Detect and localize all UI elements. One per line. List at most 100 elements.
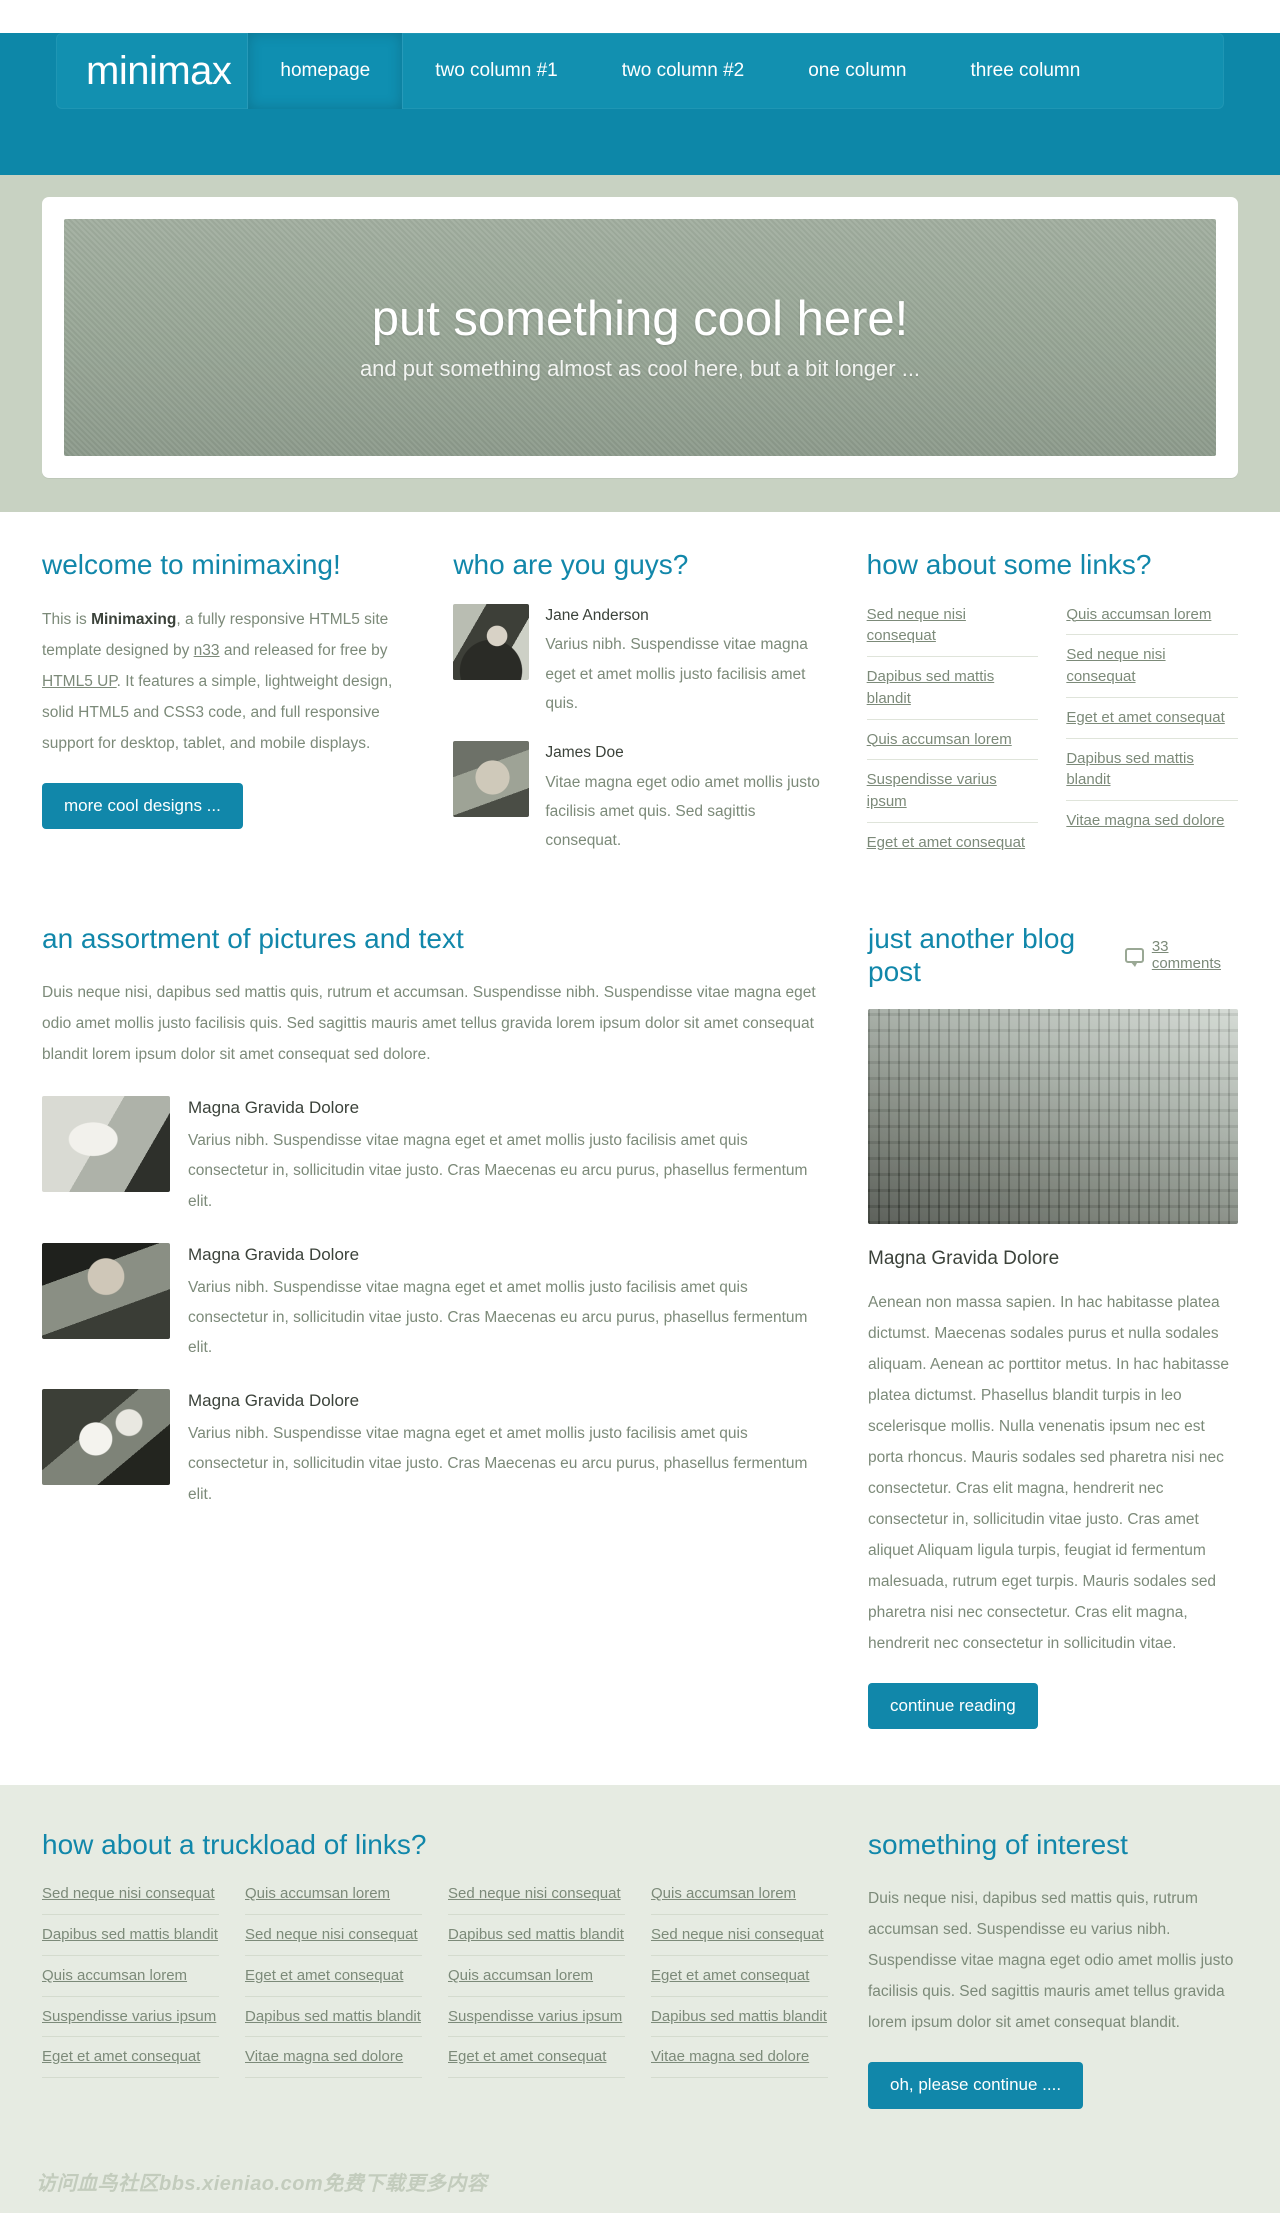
watermark-text: 访问血鸟社区bbs.xieniao.com免费下载更多内容 <box>36 2173 488 2196</box>
link[interactable]: Sed neque nisi consequat <box>1066 644 1238 688</box>
link[interactable]: Vitae magna sed dolore <box>245 2046 422 2068</box>
welcome-bold-1: Minimaxing <box>91 610 177 628</box>
link[interactable]: Eget et amet consequat <box>1066 707 1238 729</box>
list-item: Sed neque nisi consequat <box>42 1883 219 1916</box>
assortment-item-1-title: Magna Gravida Dolore <box>188 1098 360 1118</box>
list-item: Quis accumsan lorem <box>1066 604 1238 636</box>
footer-links-col-1: Sed neque nisi consequat Dapibus sed mat… <box>42 1883 219 2079</box>
nav-item-homepage[interactable]: homepage <box>247 33 404 109</box>
nav-item-one-column[interactable]: one column <box>776 33 938 109</box>
list-item: Sed neque nisi consequat <box>651 1915 828 1956</box>
links-column: how about some links? Sed neque nisi con… <box>866 548 1238 863</box>
list-item: Sed neque nisi consequat <box>245 1915 422 1956</box>
footer-links-section: how about a truckload of links? Sed nequ… <box>42 1829 828 2109</box>
footer-link-list-3: Sed neque nisi consequat Dapibus sed mat… <box>448 1883 625 2079</box>
site-header: minimax homepage two column #1 two colum… <box>0 33 1280 175</box>
list-item: Dapibus sed mattis blandit <box>651 1997 828 2038</box>
nav-item-three-column[interactable]: three column <box>938 33 1112 109</box>
list-item: Quis accumsan lorem <box>42 1956 219 1997</box>
list-item: Eget et amet consequat <box>867 823 1039 863</box>
profile-jane-desc: Varius nibh. Suspendisse vitae magna ege… <box>545 636 808 713</box>
nav-item-two-column-2[interactable]: two column #2 <box>590 33 777 109</box>
assortment-item-2-text: Magna Gravida Dolore Varius nibh. Suspen… <box>188 1243 828 1363</box>
link[interactable]: Quis accumsan lorem <box>651 1883 828 1905</box>
link[interactable]: Quis accumsan lorem <box>1066 604 1238 626</box>
link[interactable]: Sed neque nisi consequat <box>42 1883 219 1905</box>
footer-inner: how about a truckload of links? Sed nequ… <box>42 1829 1238 2109</box>
oh-please-continue-button[interactable]: oh, please continue .... <box>868 2062 1084 2109</box>
comments-count[interactable]: 33 comments <box>1152 938 1238 972</box>
profile-jane-name: Jane Anderson <box>545 606 649 624</box>
blog-post-body: Aenean non massa sapien. In hac habitass… <box>868 1293 1230 1652</box>
avatar-james-icon <box>453 740 530 817</box>
welcome-link-html5up[interactable]: HTML5 UP <box>42 673 117 690</box>
link[interactable]: Quis accumsan lorem <box>448 1965 625 1987</box>
blog-post-image <box>868 1009 1238 1224</box>
footer-links-heading: how about a truckload of links? <box>42 1829 427 1861</box>
assortment-item-1-text: Magna Gravida Dolore Varius nibh. Suspen… <box>188 1096 828 1216</box>
link[interactable]: Suspendisse varius ipsum <box>867 769 1039 813</box>
link[interactable]: Suspendisse varius ipsum <box>42 2006 219 2028</box>
link[interactable]: Dapibus sed mattis blandit <box>42 1924 219 1946</box>
link[interactable]: Sed neque nisi consequat <box>448 1883 625 1905</box>
footer-interest-section: something of interest Duis neque nisi, d… <box>868 1829 1238 2109</box>
more-cool-designs-button[interactable]: more cool designs ... <box>42 782 243 830</box>
link[interactable]: Dapibus sed mattis blandit <box>867 666 1039 710</box>
list-item: Quis accumsan lorem <box>245 1883 422 1916</box>
link[interactable]: Dapibus sed mattis blandit <box>651 2006 828 2028</box>
link[interactable]: Quis accumsan lorem <box>42 1965 219 1987</box>
second-row: an assortment of pictures and text Duis … <box>42 922 1238 1730</box>
profile-james-text: James Doe Vitae magna eget odio amet mol… <box>545 741 826 856</box>
list-item: Quis accumsan lorem <box>866 720 1039 761</box>
main-content: welcome to minimaxing! This is Minimaxin… <box>42 512 1238 1730</box>
assortment-item-3-title: Magna Gravida Dolore <box>188 1391 360 1411</box>
link[interactable]: Dapibus sed mattis blandit <box>245 2006 422 2028</box>
link[interactable]: Vitae magna sed dolore <box>1066 810 1238 832</box>
blog-section: just another blog post 33 comments Magna… <box>868 922 1238 1730</box>
banner-section: put something cool here! and put somethi… <box>0 175 1280 512</box>
profile-james: James Doe Vitae magna eget odio amet mol… <box>453 740 826 856</box>
list-item: Eget et amet consequat <box>245 1956 422 1997</box>
brand-logo[interactable]: minimax <box>56 33 247 109</box>
link-list-2: Quis accumsan lorem Sed neque nisi conse… <box>1066 604 1238 841</box>
banner-subtitle: and put something almost as cool here, b… <box>359 356 921 382</box>
nav-item-two-column-1[interactable]: two column #1 <box>403 33 590 109</box>
list-item: Eget et amet consequat <box>1066 698 1238 739</box>
link[interactable]: Dapibus sed mattis blandit <box>1066 748 1238 792</box>
avatar-jane-icon <box>453 603 530 680</box>
link[interactable]: Eget et amet consequat <box>651 1965 828 1987</box>
thumb-flowers-icon <box>42 1389 170 1486</box>
welcome-link-n33[interactable]: n33 <box>194 642 220 659</box>
link[interactable]: Eget et amet consequat <box>42 2046 219 2068</box>
thumb-headphones-icon <box>42 1096 170 1193</box>
footer-link-list-2: Quis accumsan lorem Sed neque nisi conse… <box>245 1883 422 2079</box>
link[interactable]: Sed neque nisi consequat <box>245 1924 422 1946</box>
link[interactable]: Eget et amet consequat <box>867 832 1039 854</box>
assortment-item-2-title: Magna Gravida Dolore <box>188 1244 360 1264</box>
link[interactable]: Dapibus sed mattis blandit <box>448 1924 625 1946</box>
list-item: Suspendisse varius ipsum <box>42 1997 219 2038</box>
profile-james-desc: Vitae magna eget odio amet mollis justo … <box>545 773 820 850</box>
link[interactable]: Suspendisse varius ipsum <box>448 2006 625 2028</box>
people-heading: who are you guys? <box>453 549 689 580</box>
link[interactable]: Sed neque nisi consequat <box>867 604 1039 648</box>
continue-reading-button[interactable]: continue reading <box>868 1682 1038 1730</box>
link[interactable]: Eget et amet consequat <box>245 1965 422 1987</box>
welcome-text-3: and released for free by <box>219 641 388 659</box>
footer-link-list-1: Sed neque nisi consequat Dapibus sed mat… <box>42 1883 219 2079</box>
link[interactable]: Eget et amet consequat <box>448 2046 625 2068</box>
list-item: Vitae magna sed dolore <box>651 2037 828 2079</box>
welcome-column: welcome to minimaxing! This is Minimaxin… <box>42 548 413 830</box>
links-col-2: Quis accumsan lorem Sed neque nisi conse… <box>1066 604 1238 863</box>
link[interactable]: Quis accumsan lorem <box>245 1883 422 1905</box>
main-nav: homepage two column #1 two column #2 one… <box>247 33 1112 109</box>
assortment-item-1: Magna Gravida Dolore Varius nibh. Suspen… <box>42 1096 828 1216</box>
links-col-1: Sed neque nisi consequat Dapibus sed mat… <box>866 604 1039 863</box>
comments-link[interactable]: 33 comments <box>1125 938 1238 972</box>
link[interactable]: Sed neque nisi consequat <box>651 1924 828 1946</box>
link[interactable]: Quis accumsan lorem <box>867 729 1039 751</box>
assortment-item-3-body: Varius nibh. Suspendisse vitae magna ege… <box>188 1425 808 1503</box>
list-item: Suspendisse varius ipsum <box>866 760 1039 823</box>
link[interactable]: Vitae magna sed dolore <box>651 2046 828 2068</box>
blog-header: just another blog post 33 comments <box>868 922 1238 989</box>
